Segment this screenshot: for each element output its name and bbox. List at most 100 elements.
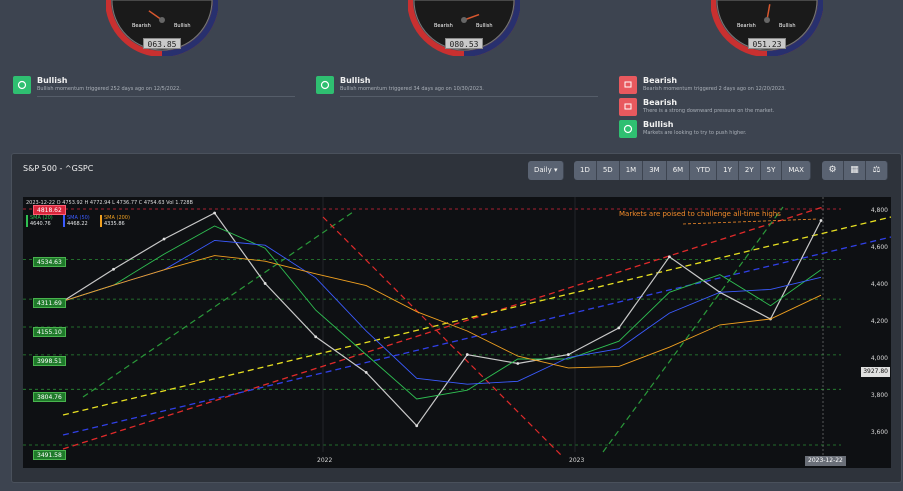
gauge-bull-label: Bullish [779,23,796,29]
y-tick: 4,400 [870,281,888,288]
sma50-line [62,239,822,385]
y-tick: 4,000 [870,355,888,362]
price-point [263,282,267,285]
bull-signal-icon [316,76,334,94]
ohlc-c-label: C [138,200,143,206]
price-point [617,326,621,330]
interval-select[interactable]: Daily ▾ [528,161,565,180]
chart-panel: S&P 500 - ^GSPC Daily ▾ 1D 5D 1M 3M 6M Y… [11,153,902,483]
ohlc-high: 4772.94 [89,200,111,206]
legend-value: 4640.76 [30,221,51,227]
gauge-bull-label: Bullish [476,23,493,29]
price-point [465,353,469,356]
range-5d-button[interactable]: 5D [596,161,620,180]
date-tag: 2023-12-22 [805,456,846,466]
ohlc-close: 4754.63 [143,200,165,206]
legend-sma20: SMA (20) 4640.76 [26,215,53,227]
range-1y-button[interactable]: 1Y [717,161,739,180]
price-point [314,335,318,339]
level-label: 4311.69 [33,298,66,308]
panel-title: S&P 500 - ^GSPC [23,164,94,173]
level-label: 4534.63 [33,257,66,267]
trendline-yellow [62,216,891,416]
bear-signal-icon [619,98,637,116]
ohlc-low: 4736.77 [116,200,138,206]
gauge-readout: 051.23 [748,38,786,49]
settings-icon[interactable]: ⚙ [822,161,844,180]
chart-canvas [23,197,891,458]
bear-signal-icon [619,76,637,94]
bull-signal-icon [619,120,637,138]
price-point [364,370,368,374]
y-tick: 4,200 [870,318,888,325]
range-1m-button[interactable]: 1M [619,161,644,180]
gauge-bear-label: Bearish [434,23,453,29]
x-tick: 2022 [317,457,333,464]
signal-item: Bullish Bullish momentum triggered 34 day… [316,76,484,96]
price-point [819,219,823,222]
gauge-bear-label: Bearish [737,23,756,29]
signal-title: Bullish [37,76,68,85]
signal-desc: Bearish momentum triggered 2 days ago on… [643,86,786,92]
gauge-bear-label: Bearish [132,23,151,29]
range-ytd-button[interactable]: YTD [690,161,718,180]
signal-item: Bullish Bullish momentum triggered 252 da… [13,76,181,96]
price-chart[interactable]: 2023-12-22 O 4753.92 H 4772.94 L 4736.77… [23,197,891,468]
signal-desc: Bullish momentum triggered 252 days ago … [37,86,181,92]
price-tag: 3927.80 [861,367,890,377]
signal-desc: There is a strong downward pressure on t… [643,108,775,114]
signal-title: Bullish [340,76,371,85]
range-1d-button[interactable]: 1D [574,161,597,180]
legend-value: 4335.86 [104,221,125,227]
gauge-readout: 063.85 [143,38,181,49]
legend-value: 4468.22 [67,221,88,227]
trendline-red [62,206,824,450]
interval-toolbar: Daily ▾ [528,161,565,180]
y-tick: 4,800 [870,207,888,214]
gauge-2: Bearish Bullish 080.53 [408,0,520,56]
trendline-green [602,206,784,453]
signal-title: Bullish [643,120,674,129]
range-5y-button[interactable]: 5Y [760,161,783,180]
level-label: 4818.62 [33,205,66,215]
ohlc-h-label: H [84,200,89,206]
price-point [566,353,570,356]
level-label: 3804.76 [33,392,66,402]
range-max-button[interactable]: MAX [782,161,811,180]
price-point [213,211,217,215]
y-tick: 3,800 [870,392,888,399]
price-point [162,237,166,241]
signal-item: Bullish Markets are looking to try to pus… [619,120,746,140]
ohlc-l-label: L [112,200,115,206]
signal-title: Bearish [643,98,678,107]
range-6m-button[interactable]: 6M [666,161,691,180]
gauge-bull-label: Bullish [174,23,191,29]
gauge-readout: 080.53 [445,38,483,49]
sma200-line [62,255,822,369]
y-tick: 4,600 [870,244,888,251]
legend-sma200: SMA (200) 4335.86 [100,215,130,227]
trendline-red [322,216,564,458]
bull-signal-icon [13,76,31,94]
balance-icon[interactable]: ⚖ [866,161,888,180]
price-point [415,424,419,428]
gauge-1: Bearish Bullish 063.85 [106,0,218,56]
chart-annotation: Markets are poised to challenge all-time… [619,210,781,218]
price-point [668,255,671,259]
price-series-line [62,212,822,427]
signal-item: Bearish There is a strong downward pressu… [619,98,774,118]
range-3m-button[interactable]: 3M [643,161,667,180]
tools-toolbar: ⚙ ▦ ⚖ [822,161,888,180]
range-2y-button[interactable]: 2Y [738,161,761,180]
annotation-arrow [682,218,819,225]
signal-title: Bearish [643,76,678,85]
gauge-3: Bearish Bullish 051.23 [711,0,823,56]
signal-desc: Markets are looking to try to push highe… [643,130,747,136]
price-point [112,267,115,271]
divider [37,96,295,97]
calculator-icon[interactable]: ▦ [844,161,866,180]
ohlc-vol: 1.728B [175,200,193,206]
sma20-line [62,225,822,400]
ohlc-vol-label: Vol [166,200,174,206]
divider [340,96,598,97]
